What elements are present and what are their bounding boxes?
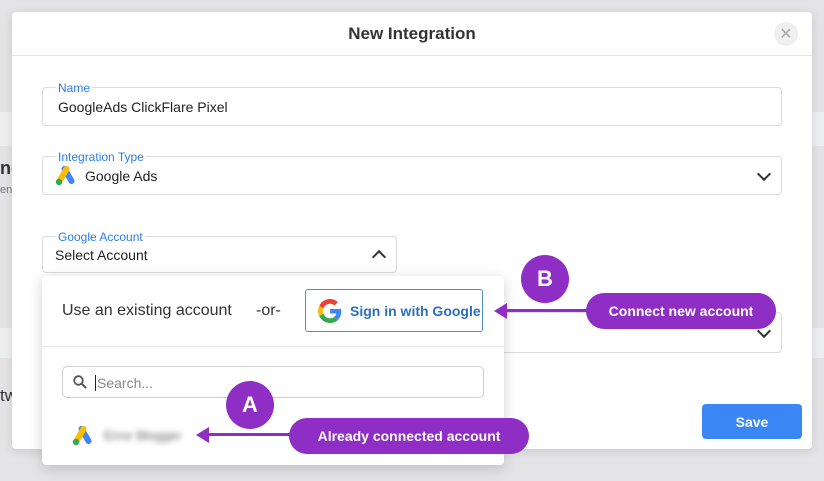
google-account-label: Google Account — [56, 230, 145, 244]
annotation-pill-a: Already connected account — [289, 418, 529, 454]
modal-header: New Integration ✕ — [12, 12, 812, 56]
integration-type-value: Google Ads — [85, 168, 158, 184]
google-account-select[interactable]: Google Account Select Account — [42, 230, 397, 273]
search-input[interactable]: Search... — [62, 366, 484, 398]
sign-in-with-google-label: Sign in with Google — [350, 302, 481, 319]
background-text: en — [0, 184, 12, 196]
save-button[interactable]: Save — [702, 404, 802, 439]
annotation-arrow-b — [505, 309, 587, 312]
name-field-value: GoogleAds ClickFlare Pixel — [58, 99, 228, 115]
annotation-pill-b: Connect new account — [586, 293, 776, 329]
name-field-label: Name — [56, 81, 93, 95]
google-g-icon — [318, 298, 342, 323]
account-name: Error Blogger — [104, 428, 182, 443]
integration-type-label: Integration Type — [56, 150, 146, 164]
annotation-arrow-a — [207, 433, 291, 436]
annotation-badge-a: A — [226, 381, 274, 429]
background-text: tw — [0, 386, 12, 405]
integration-type-select[interactable]: Integration Type Google Ads — [42, 150, 782, 195]
use-existing-account-text: Use an existing account — [62, 302, 232, 319]
modal-title: New Integration — [348, 23, 476, 43]
google-ads-icon — [55, 166, 75, 186]
name-field[interactable]: Name GoogleAds ClickFlare Pixel — [42, 81, 782, 126]
or-separator: -or- — [256, 302, 281, 319]
chevron-down-icon — [756, 166, 772, 182]
google-account-value: Select Account — [55, 247, 148, 263]
google-ads-icon — [72, 426, 92, 446]
divider — [42, 346, 504, 347]
background-text: ng — [0, 158, 12, 178]
sign-in-with-google-button[interactable]: Sign in with Google — [305, 289, 483, 332]
search-icon — [73, 375, 87, 389]
search-placeholder: Search... — [95, 375, 154, 391]
close-icon[interactable]: ✕ — [774, 22, 798, 46]
chevron-up-icon — [371, 249, 387, 265]
annotation-badge-b: B — [521, 255, 569, 303]
